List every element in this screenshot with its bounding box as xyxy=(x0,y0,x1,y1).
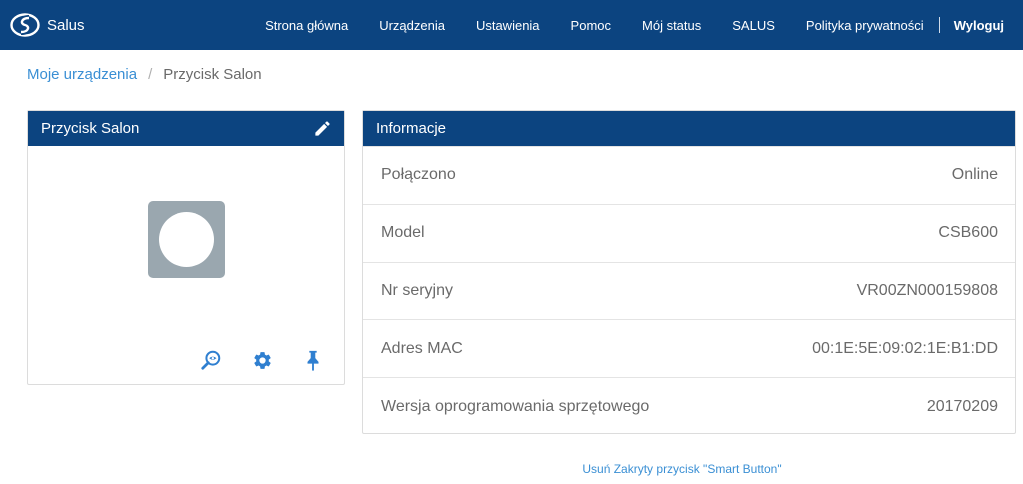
breadcrumb: Moje urządzenia / Przycisk Salon xyxy=(27,66,262,83)
edit-name-button[interactable] xyxy=(313,119,332,138)
nav-item-home[interactable]: Strona główna xyxy=(265,18,348,33)
info-value: 20170209 xyxy=(926,397,998,415)
info-row-mac-address: Adres MAC 00:1E:5E:09:02:1E:B1:DD xyxy=(363,319,1015,377)
device-panel: Przycisk Salon xyxy=(27,110,345,385)
device-title: Przycisk Salon xyxy=(41,120,140,137)
nav-item-help[interactable]: Pomoc xyxy=(571,18,611,33)
nav-item-devices[interactable]: Urządzenia xyxy=(379,18,445,33)
info-title: Informacje xyxy=(376,120,447,137)
info-row-serial-number: Nr seryjny VR00ZN000159808 xyxy=(363,261,1015,320)
device-actions xyxy=(28,348,344,372)
nav-divider xyxy=(938,17,940,33)
breadcrumb-separator: / xyxy=(148,66,153,83)
info-row-model: Model CSB600 xyxy=(363,203,1015,262)
info-row-connected: Połączono Online xyxy=(363,146,1015,204)
nav-item-privacy-policy[interactable]: Polityka prywatności xyxy=(806,18,924,33)
breadcrumb-current: Przycisk Salon xyxy=(163,66,262,83)
magnifier-eye-icon xyxy=(201,350,221,370)
info-value: 00:1E:5E:09:02:1E:B1:DD xyxy=(812,339,998,357)
info-value: VR00ZN000159808 xyxy=(856,281,998,299)
main-nav: Strona główna Urządzenia Ustawienia Pomo… xyxy=(265,0,1023,50)
info-label: Wersja oprogramowania sprzętowego xyxy=(381,397,650,415)
info-label: Model xyxy=(381,224,425,242)
remove-device-link[interactable]: Usuń Zakryty przycisk "Smart Button" xyxy=(355,462,1009,476)
device-image xyxy=(148,201,225,278)
info-value: Online xyxy=(951,166,998,184)
pin-icon xyxy=(307,350,319,371)
top-navigation-bar: Salus Strona główna Urządzenia Ustawieni… xyxy=(0,0,1023,50)
nav-item-settings[interactable]: Ustawienia xyxy=(476,18,540,33)
info-panel-header: Informacje xyxy=(363,111,1015,146)
info-panel: Informacje Połączono Online Model CSB600… xyxy=(362,110,1016,434)
breadcrumb-my-devices[interactable]: Moje urządzenia xyxy=(27,66,137,83)
device-panel-header: Przycisk Salon xyxy=(28,111,344,146)
logo-text: Salus xyxy=(47,16,85,34)
salus-logo-icon xyxy=(10,13,40,37)
remove-device-label[interactable]: Usuń Zakryty przycisk "Smart Button" xyxy=(582,462,781,476)
pencil-icon xyxy=(315,121,330,136)
info-value: CSB600 xyxy=(938,224,998,242)
gear-icon xyxy=(253,351,271,369)
pin-button[interactable] xyxy=(301,348,325,372)
nav-item-my-status[interactable]: Mój status xyxy=(642,18,701,33)
info-row-firmware-version: Wersja oprogramowania sprzętowego 201702… xyxy=(363,377,1015,435)
logout-link[interactable]: Wyloguj xyxy=(954,18,1004,33)
info-label: Nr seryjny xyxy=(381,281,454,299)
settings-button[interactable] xyxy=(250,348,274,372)
button-circle xyxy=(159,212,214,267)
info-label: Adres MAC xyxy=(381,339,463,357)
nav-item-salus[interactable]: SALUS xyxy=(732,18,775,33)
salus-logo[interactable]: Salus xyxy=(10,9,85,41)
identify-button[interactable] xyxy=(199,348,223,372)
info-label: Połączono xyxy=(381,166,456,184)
